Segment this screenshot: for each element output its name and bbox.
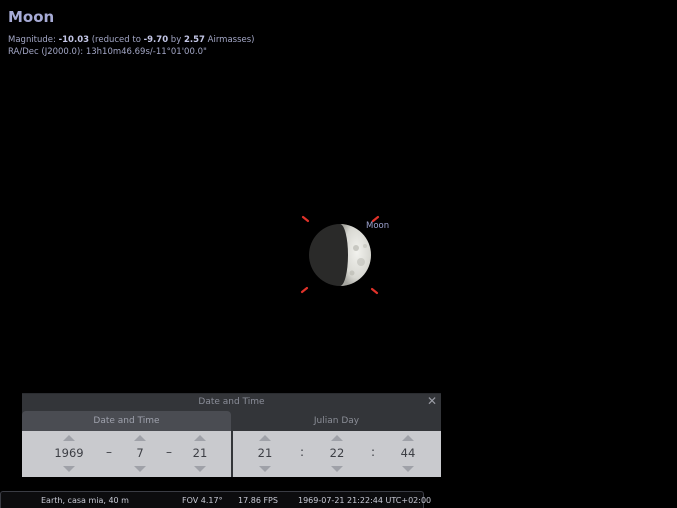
fps-text: 17.86 FPS [238, 496, 278, 505]
hour-spinbox[interactable]: 21 [250, 431, 280, 477]
time-panel: 21 : 22 : 44 [233, 431, 441, 477]
chevron-up-icon[interactable] [259, 435, 271, 441]
time-separator: : [300, 445, 305, 459]
moon-sky-label: Moon [366, 221, 390, 231]
chevron-down-icon[interactable] [63, 466, 75, 472]
date-panel: 1969 – 7 – 21 [22, 431, 231, 477]
chevron-up-icon[interactable] [402, 435, 414, 441]
second-value[interactable]: 44 [383, 446, 433, 460]
close-icon[interactable]: ✕ [426, 395, 438, 407]
month-value[interactable]: 7 [115, 446, 165, 460]
year-spinbox[interactable]: 1969 [54, 431, 84, 477]
marker-bottom-left [300, 286, 309, 294]
date-separator: – [166, 445, 172, 459]
moon-crater [349, 270, 355, 276]
chevron-down-icon[interactable] [331, 466, 343, 472]
tab-date-and-time[interactable]: Date and Time [22, 411, 231, 431]
chevron-up-icon[interactable] [331, 435, 343, 441]
tab-julian-day[interactable]: Julian Day [232, 411, 441, 431]
date-time-dialog: Date and Time ✕ Date and Time Julian Day… [22, 393, 441, 477]
moon-disk[interactable] [309, 224, 371, 286]
moon-crater [353, 245, 359, 251]
status-bar: Earth, casa mia, 40 m FOV 4.17° 17.86 FP… [0, 491, 431, 508]
chevron-down-icon[interactable] [194, 466, 206, 472]
time-separator: : [371, 445, 376, 459]
moon-crater [357, 258, 365, 266]
chevron-down-icon[interactable] [402, 466, 414, 472]
year-value[interactable]: 1969 [44, 446, 94, 460]
chevron-up-icon[interactable] [194, 435, 206, 441]
day-value[interactable]: 21 [175, 446, 225, 460]
chevron-up-icon[interactable] [134, 435, 146, 441]
day-spinbox[interactable]: 21 [185, 431, 215, 477]
minute-value[interactable]: 22 [312, 446, 362, 460]
marker-bottom-right [370, 287, 379, 295]
chevron-down-icon[interactable] [259, 466, 271, 472]
month-spinbox[interactable]: 7 [125, 431, 155, 477]
second-spinbox[interactable]: 44 [393, 431, 423, 477]
dialog-title: Date and Time [198, 397, 265, 407]
location-text[interactable]: Earth, casa mia, 40 m [41, 496, 129, 505]
chevron-up-icon[interactable] [63, 435, 75, 441]
moon-crater [363, 244, 367, 248]
fov-text: FOV 4.17° [182, 496, 223, 505]
marker-top-left [301, 215, 310, 223]
chevron-down-icon[interactable] [134, 466, 146, 472]
datetime-text[interactable]: 1969-07-21 21:22:44 UTC+02:00 [298, 496, 431, 505]
hour-value[interactable]: 21 [240, 446, 290, 460]
date-separator: – [106, 445, 112, 459]
minute-spinbox[interactable]: 22 [322, 431, 352, 477]
